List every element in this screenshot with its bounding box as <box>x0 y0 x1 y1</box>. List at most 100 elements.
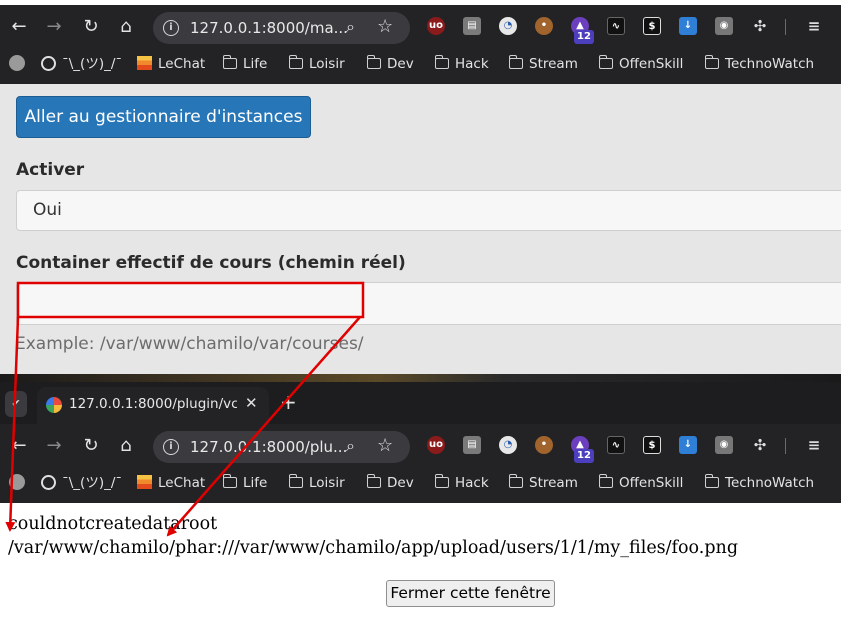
bookmark-lechat[interactable]: LeChat <box>137 55 205 73</box>
wappalyzer-icon[interactable]: ◔ <box>499 436 517 454</box>
folder-icon <box>434 474 449 488</box>
camera-icon[interactable]: ◉ <box>715 436 733 454</box>
dollar-icon[interactable]: $ <box>643 17 661 35</box>
bookmark-dev[interactable]: Dev <box>366 474 414 492</box>
cookie-icon[interactable]: • <box>535 436 553 454</box>
pulse-icon[interactable]: ∿ <box>607 17 625 35</box>
bookmark-shrug[interactable]: ¯\_(ツ)_/¯ <box>41 474 122 492</box>
folder-icon <box>222 55 237 69</box>
chatgpt-icon <box>41 56 56 71</box>
folder-icon <box>598 474 613 488</box>
bookmark-hack[interactable]: Hack <box>434 474 489 492</box>
address-url[interactable]: 127.0.0.1:8000/ma... <box>190 19 348 37</box>
bookmark-label: LeChat <box>158 475 206 491</box>
bookmark-technowatch[interactable]: TechnoWatch <box>704 55 814 73</box>
top-browser-toolbar: ← → ↻ ⌂ i 127.0.0.1:8000/ma... ⌕ ☆ uo ▤ … <box>0 5 841 49</box>
folder-icon <box>434 55 449 69</box>
zoom-icon[interactable]: ⌕ <box>346 436 355 456</box>
bookmark-lechat[interactable]: LeChat <box>137 474 205 492</box>
folder-icon <box>508 474 523 488</box>
forward-icon[interactable]: → <box>40 13 68 41</box>
download-icon[interactable]: ↓ <box>679 17 697 35</box>
folder-icon <box>704 474 719 488</box>
back-icon[interactable]: ← <box>5 432 33 460</box>
address-bar[interactable]: i 127.0.0.1:8000/ma... ⌕ ☆ <box>153 12 410 44</box>
top-bookmarks-bar: ¯\_(ツ)_/¯ LeChat Life Loisir Dev Hack St… <box>0 44 841 84</box>
mistral-icon <box>137 475 152 489</box>
home-icon[interactable]: ⌂ <box>112 432 140 460</box>
toolbar-divider <box>785 438 786 454</box>
bookmark-label: Stream <box>529 475 578 491</box>
extension-icon[interactable]: ▤ <box>463 436 481 454</box>
tab-plugin[interactable]: 127.0.0.1:8000/plugin/vc ✕ <box>37 387 269 424</box>
bookmark-offenskill[interactable]: OffenSkill <box>598 55 684 73</box>
container-path-example: Example: /var/www/chamilo/var/courses/ <box>15 334 364 354</box>
container-path-input[interactable] <box>16 282 841 325</box>
reload-icon[interactable]: ↻ <box>77 432 105 460</box>
download-icon[interactable]: ↓ <box>679 436 697 454</box>
site-info-icon[interactable]: i <box>163 439 179 455</box>
bookmark-stream[interactable]: Stream <box>508 474 578 492</box>
address-bar[interactable]: i 127.0.0.1:8000/plu... ⌕ ☆ <box>153 431 410 463</box>
bookmark-label: Stream <box>529 56 578 72</box>
toolbar-divider <box>785 19 786 35</box>
error-path: /var/www/chamilo/phar:///var/www/chamilo… <box>8 538 739 558</box>
extension-badge: 12 <box>574 30 594 44</box>
bottom-tab-strip: ✔ 127.0.0.1:8000/plugin/vc ✕ + <box>0 382 841 424</box>
bookmark-label: TechnoWatch <box>725 475 815 491</box>
pulse-icon[interactable]: ∿ <box>607 436 625 454</box>
bookmark-loisir[interactable]: Loisir <box>288 474 345 492</box>
dollar-icon[interactable]: $ <box>643 436 661 454</box>
bookmark-dev[interactable]: Dev <box>366 55 414 73</box>
extensions-puzzle-icon[interactable]: ✣ <box>751 436 769 454</box>
globe-icon[interactable] <box>9 55 25 71</box>
bottom-browser-toolbar: ← → ↻ ⌂ i 127.0.0.1:8000/plu... ⌕ ☆ uo ▤… <box>0 424 841 468</box>
folder-icon <box>366 474 381 488</box>
tab-title: 127.0.0.1:8000/plugin/vc <box>69 396 237 412</box>
back-icon[interactable]: ← <box>5 13 33 41</box>
ublock-icon[interactable]: uo <box>427 17 445 35</box>
bookmark-label: OffenSkill <box>619 56 684 72</box>
bookmark-label: Loisir <box>309 475 345 491</box>
tab-group-icon[interactable]: ✔ <box>5 391 27 417</box>
bookmark-star-icon[interactable]: ☆ <box>377 16 393 37</box>
folder-icon <box>598 55 613 69</box>
reload-icon[interactable]: ↻ <box>77 13 105 41</box>
bookmark-stream[interactable]: Stream <box>508 55 578 73</box>
plugin-result-page: couldnotcreatedataroot /var/www/chamilo/… <box>0 504 841 626</box>
site-info-icon[interactable]: i <box>163 20 179 36</box>
bookmark-label: Loisir <box>309 56 345 72</box>
chatgpt-icon <box>41 475 56 490</box>
menu-icon[interactable]: ≡ <box>805 436 823 454</box>
bookmark-offenskill[interactable]: OffenSkill <box>598 474 684 492</box>
activate-select[interactable]: Oui <box>16 190 841 231</box>
forward-icon[interactable]: → <box>40 432 68 460</box>
ublock-icon[interactable]: uo <box>427 436 445 454</box>
home-icon[interactable]: ⌂ <box>112 13 140 41</box>
bookmark-life[interactable]: Life <box>222 55 267 73</box>
bookmark-life[interactable]: Life <box>222 474 268 492</box>
close-window-button[interactable]: Fermer cette fenêtre <box>386 580 555 607</box>
bookmark-hack[interactable]: Hack <box>434 55 489 73</box>
instances-manager-button[interactable]: Aller au gestionnaire d'instances <box>16 96 311 138</box>
bookmark-label: OffenSkill <box>619 475 684 491</box>
bookmark-label: Life <box>243 475 268 491</box>
menu-icon[interactable]: ≡ <box>805 17 823 35</box>
wappalyzer-icon[interactable]: ◔ <box>499 17 517 35</box>
folder-icon <box>288 55 303 69</box>
folder-icon <box>366 55 381 69</box>
bookmark-shrug[interactable]: ¯\_(ツ)_/¯ <box>41 55 122 73</box>
address-url[interactable]: 127.0.0.1:8000/plu... <box>190 438 347 456</box>
bookmark-loisir[interactable]: Loisir <box>288 55 345 73</box>
camera-icon[interactable]: ◉ <box>715 17 733 35</box>
close-icon[interactable]: ✕ <box>245 394 258 412</box>
plugin-settings-form: Aller au gestionnaire d'instances Active… <box>0 84 841 375</box>
zoom-icon[interactable]: ⌕ <box>346 17 355 37</box>
globe-icon[interactable] <box>9 474 25 490</box>
cookie-icon[interactable]: • <box>535 17 553 35</box>
extensions-puzzle-icon[interactable]: ✣ <box>751 17 769 35</box>
bookmark-star-icon[interactable]: ☆ <box>377 435 393 456</box>
new-tab-icon[interactable]: + <box>280 392 297 412</box>
extension-icon[interactable]: ▤ <box>463 17 481 35</box>
bookmark-technowatch[interactable]: TechnoWatch <box>704 474 815 492</box>
